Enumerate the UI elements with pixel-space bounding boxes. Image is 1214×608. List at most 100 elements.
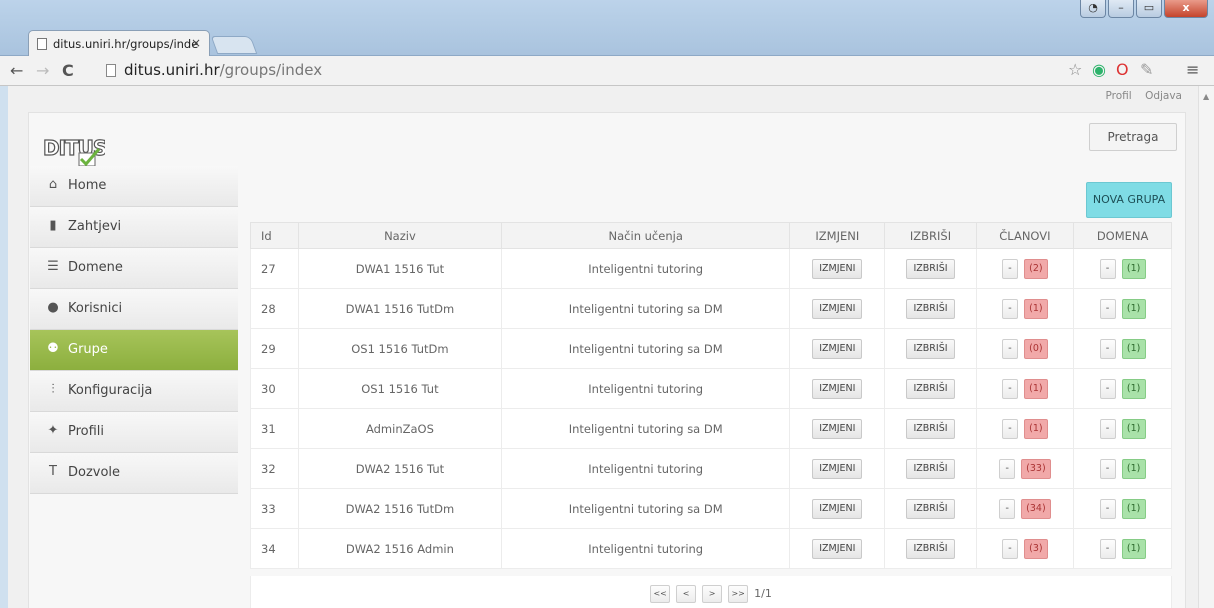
close-tab-icon[interactable]: × [191, 36, 201, 50]
remove-domain-button[interactable]: - [1099, 378, 1116, 399]
minimize-button[interactable]: – [1108, 0, 1134, 18]
remove-member-button[interactable]: - [1001, 418, 1018, 439]
edit-button[interactable]: IZMJENI [812, 498, 863, 519]
prev-page-button[interactable]: < [676, 584, 697, 603]
address-bar[interactable]: ditus.uniri.hr/groups/index [100, 60, 1060, 82]
remove-domain-button[interactable]: - [1099, 458, 1116, 479]
table-row: 30 OS1 1516 Tut Inteligentni tutoring IZMJE… [250, 368, 1172, 409]
domain-count-button[interactable]: (1) [1121, 538, 1146, 559]
next-page-button[interactable]: > [702, 584, 723, 603]
cell-domain: - (1) [1073, 288, 1172, 329]
edit-button[interactable]: IZMJENI [812, 298, 863, 319]
edit-button[interactable]: IZMJENI [812, 338, 863, 359]
edit-button[interactable]: IZMJENI [812, 378, 863, 399]
sidebar-item-profili[interactable]: ✦ Profili [30, 412, 238, 453]
domain-count-button[interactable]: (1) [1121, 298, 1146, 319]
remove-domain-button[interactable]: - [1099, 538, 1116, 559]
remove-member-button[interactable]: - [1001, 538, 1018, 559]
table-header-row: Id Naziv Način učenja IZMJENI IZBRIŠI ČLANOVI… [250, 222, 1172, 249]
sliders-icon: ⫶ [51, 382, 55, 397]
edit-button[interactable]: IZMJENI [812, 258, 863, 279]
cell-edit: IZMJENI [789, 288, 886, 329]
sidebar-item-home[interactable]: ⌂ Home [30, 166, 238, 207]
delete-button[interactable]: IZBRIŠI [906, 418, 955, 439]
bookmark-star-icon[interactable]: ☆ [1068, 60, 1082, 79]
members-count-button[interactable]: (34) [1021, 498, 1051, 519]
delete-button[interactable]: IZBRIŠI [906, 498, 955, 519]
user-profile-icon[interactable]: ◔ [1080, 0, 1106, 18]
edit-button[interactable]: IZMJENI [812, 538, 863, 559]
green-extension-icon[interactable]: ◉ [1092, 60, 1106, 79]
sidebar-item-domene[interactable]: ☰ Domene [30, 248, 238, 289]
domain-count-button[interactable]: (1) [1121, 378, 1146, 399]
domain-count-button[interactable]: (1) [1121, 338, 1146, 359]
members-count-button[interactable]: (1) [1023, 298, 1048, 319]
edit-button[interactable]: IZMJENI [812, 458, 863, 479]
top-links: Profil Odjava [1096, 90, 1182, 102]
sidebar-item-korisnici[interactable]: ● Korisnici [30, 289, 238, 330]
sidebar-item-zahtjevi[interactable]: ▮ Zahtjevi [30, 207, 238, 248]
opera-extension-icon[interactable]: O [1116, 60, 1129, 79]
delete-button[interactable]: IZBRIŠI [906, 258, 955, 279]
members-count-button[interactable]: (33) [1021, 458, 1051, 479]
remove-member-button[interactable]: - [1001, 338, 1018, 359]
url-host: ditus.uniri.hr [124, 61, 220, 79]
scroll-up-icon[interactable]: ▲ [1203, 92, 1209, 101]
maximize-button[interactable]: ▭ [1136, 0, 1162, 18]
sidebar-item-konfiguracija[interactable]: ⫶ Konfiguracija [30, 371, 238, 412]
delete-button[interactable]: IZBRIŠI [906, 378, 955, 399]
remove-member-button[interactable]: - [1001, 378, 1018, 399]
search-button[interactable]: Pretraga [1089, 123, 1177, 151]
remove-member-button[interactable]: - [999, 498, 1016, 519]
sidebar-item-grupe[interactable]: ⚉ Grupe [30, 330, 238, 371]
sidebar-item-dozvole[interactable]: T Dozvole [30, 453, 238, 494]
first-page-button[interactable]: << [650, 584, 671, 603]
domain-count-button[interactable]: (1) [1121, 498, 1146, 519]
cell-members: - (1) [975, 368, 1075, 409]
page-indicator: 1/1 [754, 587, 772, 600]
delete-button[interactable]: IZBRIŠI [906, 298, 955, 319]
cell-naziv: OS1 1516 TutDm [297, 328, 503, 369]
logout-link[interactable]: Odjava [1145, 90, 1182, 102]
cell-id: 30 [250, 368, 299, 409]
forward-icon[interactable]: → [36, 61, 49, 80]
remove-domain-button[interactable]: - [1099, 338, 1116, 359]
remove-member-button[interactable]: - [1001, 258, 1018, 279]
close-window-button[interactable]: x [1164, 0, 1208, 18]
members-count-button[interactable]: (3) [1023, 538, 1048, 559]
members-count-button[interactable]: (0) [1023, 338, 1048, 359]
database-icon: ☰ [47, 259, 59, 274]
remove-domain-button[interactable]: - [1099, 498, 1116, 519]
members-count-button[interactable]: (1) [1023, 418, 1048, 439]
reload-icon[interactable]: C [62, 61, 74, 80]
domain-count-button[interactable]: (1) [1121, 418, 1146, 439]
members-count-button[interactable]: (1) [1023, 378, 1048, 399]
remove-domain-button[interactable]: - [1099, 298, 1116, 319]
cell-edit: IZMJENI [789, 248, 886, 289]
cell-edit: IZMJENI [789, 488, 886, 529]
remove-domain-button[interactable]: - [1099, 258, 1116, 279]
vertical-scrollbar[interactable]: ▲ [1198, 86, 1214, 608]
remove-member-button[interactable]: - [999, 458, 1016, 479]
extension-icon[interactable]: ✎ [1140, 60, 1153, 79]
remove-domain-button[interactable]: - [1099, 418, 1116, 439]
profile-link[interactable]: Profil [1106, 90, 1132, 102]
browser-tab[interactable]: ditus.uniri.hr/groups/inde × [28, 30, 210, 56]
members-count-button[interactable]: (2) [1023, 258, 1048, 279]
new-group-button[interactable]: NOVA GRUPA [1086, 182, 1172, 218]
edit-button[interactable]: IZMJENI [812, 418, 863, 439]
ditus-logo[interactable]: DITUS [41, 133, 105, 169]
last-page-button[interactable]: >> [728, 584, 749, 603]
delete-button[interactable]: IZBRIŠI [906, 338, 955, 359]
delete-button[interactable]: IZBRIŠI [906, 538, 955, 559]
menu-icon[interactable]: ≡ [1186, 60, 1199, 79]
sidebar-item-label: Korisnici [68, 301, 123, 316]
domain-count-button[interactable]: (1) [1121, 458, 1146, 479]
cell-edit: IZMJENI [789, 408, 886, 449]
table-row: 28 DWA1 1516 TutDm Inteligentni tutoring s… [250, 288, 1172, 329]
back-icon[interactable]: ← [10, 61, 23, 80]
delete-button[interactable]: IZBRIŠI [906, 458, 955, 479]
remove-member-button[interactable]: - [1001, 298, 1018, 319]
new-tab-button[interactable] [210, 36, 258, 54]
domain-count-button[interactable]: (1) [1121, 258, 1146, 279]
